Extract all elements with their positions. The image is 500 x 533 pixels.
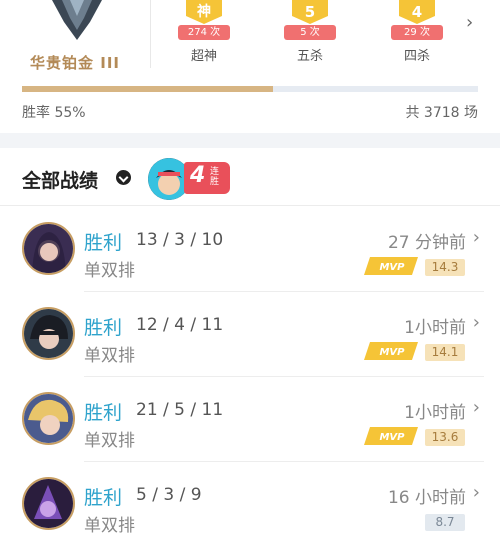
- streak-text: 连胜: [210, 167, 220, 187]
- match-mode: 单双排: [84, 261, 135, 281]
- win-rate-bar: [22, 86, 478, 92]
- profile-header: 华贵铂金 III 神 274 次 超神 5 5 次 五杀 4 29 次 四杀 ›…: [0, 0, 500, 133]
- match-mode: 单双排: [84, 516, 135, 533]
- match-score: 14.1: [425, 344, 465, 361]
- win-rate-fill: [22, 86, 273, 92]
- honor-count: 274 次: [178, 25, 230, 40]
- honor-label: 四杀: [403, 49, 430, 64]
- section-gap: [0, 133, 500, 148]
- match-kda: 13 / 3 / 10: [136, 230, 224, 250]
- chevron-right-icon: ›: [472, 482, 480, 503]
- mvp-label: MVP: [379, 347, 405, 358]
- honor-count: 29 次: [391, 25, 443, 40]
- match-kda: 21 / 5 / 11: [136, 400, 224, 420]
- match-row[interactable]: 胜利 12 / 4 / 11 单双排 1小时前 › MVP 14.1: [0, 292, 500, 377]
- match-result: 胜利: [84, 317, 123, 339]
- match-time: 1小时前: [404, 318, 466, 338]
- chevron-right-icon: ›: [472, 397, 480, 418]
- honor-count: 5 次: [284, 25, 336, 40]
- honor-icon-text: 4: [412, 3, 422, 21]
- match-score: 8.7: [425, 514, 465, 531]
- honor-quadra-kill[interactable]: 4 29 次 四杀: [387, 0, 447, 66]
- mvp-badge-icon: MVP: [364, 342, 418, 360]
- streak-number: 4: [190, 163, 206, 188]
- hero-avatar: [22, 307, 75, 360]
- match-row[interactable]: 胜利 5 / 3 / 9 单双排 16 小时前 › 8.7: [0, 462, 500, 533]
- match-time: 16 小时前: [387, 488, 466, 508]
- match-time: 27 分钟前: [387, 233, 466, 253]
- match-result: 胜利: [84, 232, 123, 254]
- match-mode: 单双排: [84, 346, 135, 366]
- match-row[interactable]: 胜利 21 / 5 / 11 单双排 1小时前 › MVP 13.6: [0, 377, 500, 462]
- match-kda: 5 / 3 / 9: [136, 485, 202, 505]
- chevron-right-icon: ›: [472, 312, 480, 333]
- chevron-right-icon: ›: [472, 227, 480, 248]
- hero-avatar: [22, 477, 75, 530]
- honor-icon-text: 5: [305, 3, 315, 21]
- match-row[interactable]: 胜利 13 / 3 / 10 单双排 27 分钟前 › MVP 14.3: [0, 207, 500, 292]
- honor-penta-kill[interactable]: 5 5 次 五杀: [280, 0, 340, 66]
- match-score: 14.3: [425, 259, 465, 276]
- honor-icon-text: 神: [197, 3, 211, 20]
- mvp-label: MVP: [379, 262, 405, 273]
- section-title: 全部战绩: [22, 170, 99, 192]
- chevron-right-icon[interactable]: ›: [466, 12, 473, 33]
- hero-avatar: [22, 222, 75, 275]
- chevron-down-icon[interactable]: [116, 170, 131, 185]
- mvp-label: MVP: [379, 432, 405, 443]
- match-result: 胜利: [84, 402, 123, 424]
- mvp-badge-icon: MVP: [364, 427, 418, 445]
- match-kda: 12 / 4 / 11: [136, 315, 224, 335]
- match-score: 13.6: [425, 429, 465, 446]
- hero-avatar: [22, 392, 75, 445]
- win-streak-badge: 4 连胜: [184, 162, 230, 194]
- match-time: 1小时前: [404, 403, 466, 423]
- divider: [150, 0, 151, 68]
- win-rate-label: 胜率 55%: [22, 105, 86, 121]
- match-result: 胜利: [84, 487, 123, 509]
- penta-kill-badge-icon: 5: [292, 0, 328, 24]
- match-history-header: 全部战绩 4 连胜: [0, 148, 500, 206]
- legendary-badge-icon: 神: [186, 0, 222, 24]
- quadra-kill-badge-icon: 4: [399, 0, 435, 24]
- mvp-badge-icon: MVP: [364, 257, 418, 275]
- honor-label: 五杀: [296, 49, 323, 64]
- rank-name: 华贵铂金 III: [30, 54, 120, 72]
- honor-legendary[interactable]: 神 274 次 超神: [174, 0, 234, 66]
- match-mode: 单双排: [84, 431, 135, 451]
- total-matches-label: 共 3718 场: [405, 105, 478, 121]
- honor-label: 超神: [190, 49, 217, 64]
- rank-emblem-icon: [52, 0, 102, 40]
